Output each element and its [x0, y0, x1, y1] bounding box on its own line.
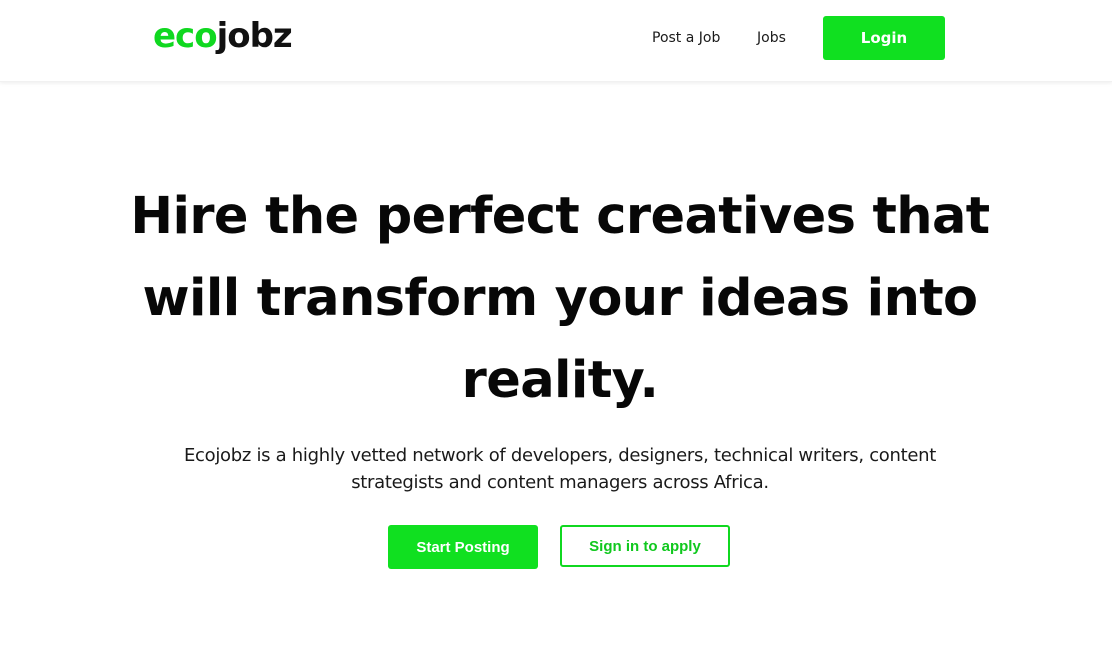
- ecojobz-logo[interactable]: eco jobz: [153, 13, 293, 59]
- hero-description: Ecojobz is a highly vetted network of de…: [183, 445, 937, 493]
- start-posting-button[interactable]: Start Posting: [388, 525, 538, 569]
- sign-in-to-apply-button[interactable]: Sign in to apply: [560, 525, 730, 567]
- top-navigation-bar: eco jobz Post a Job Jobs Login: [0, 0, 1112, 82]
- nav-post-a-job-link[interactable]: Post a Job: [652, 28, 720, 48]
- nav-jobs-link[interactable]: Jobs: [757, 28, 786, 48]
- logo-jobz-text: jobz: [216, 16, 293, 56]
- login-button[interactable]: Login: [823, 16, 945, 60]
- logo-eco-text: eco: [153, 16, 218, 56]
- hero-title: Hire the perfect creatives that will tra…: [130, 187, 990, 410]
